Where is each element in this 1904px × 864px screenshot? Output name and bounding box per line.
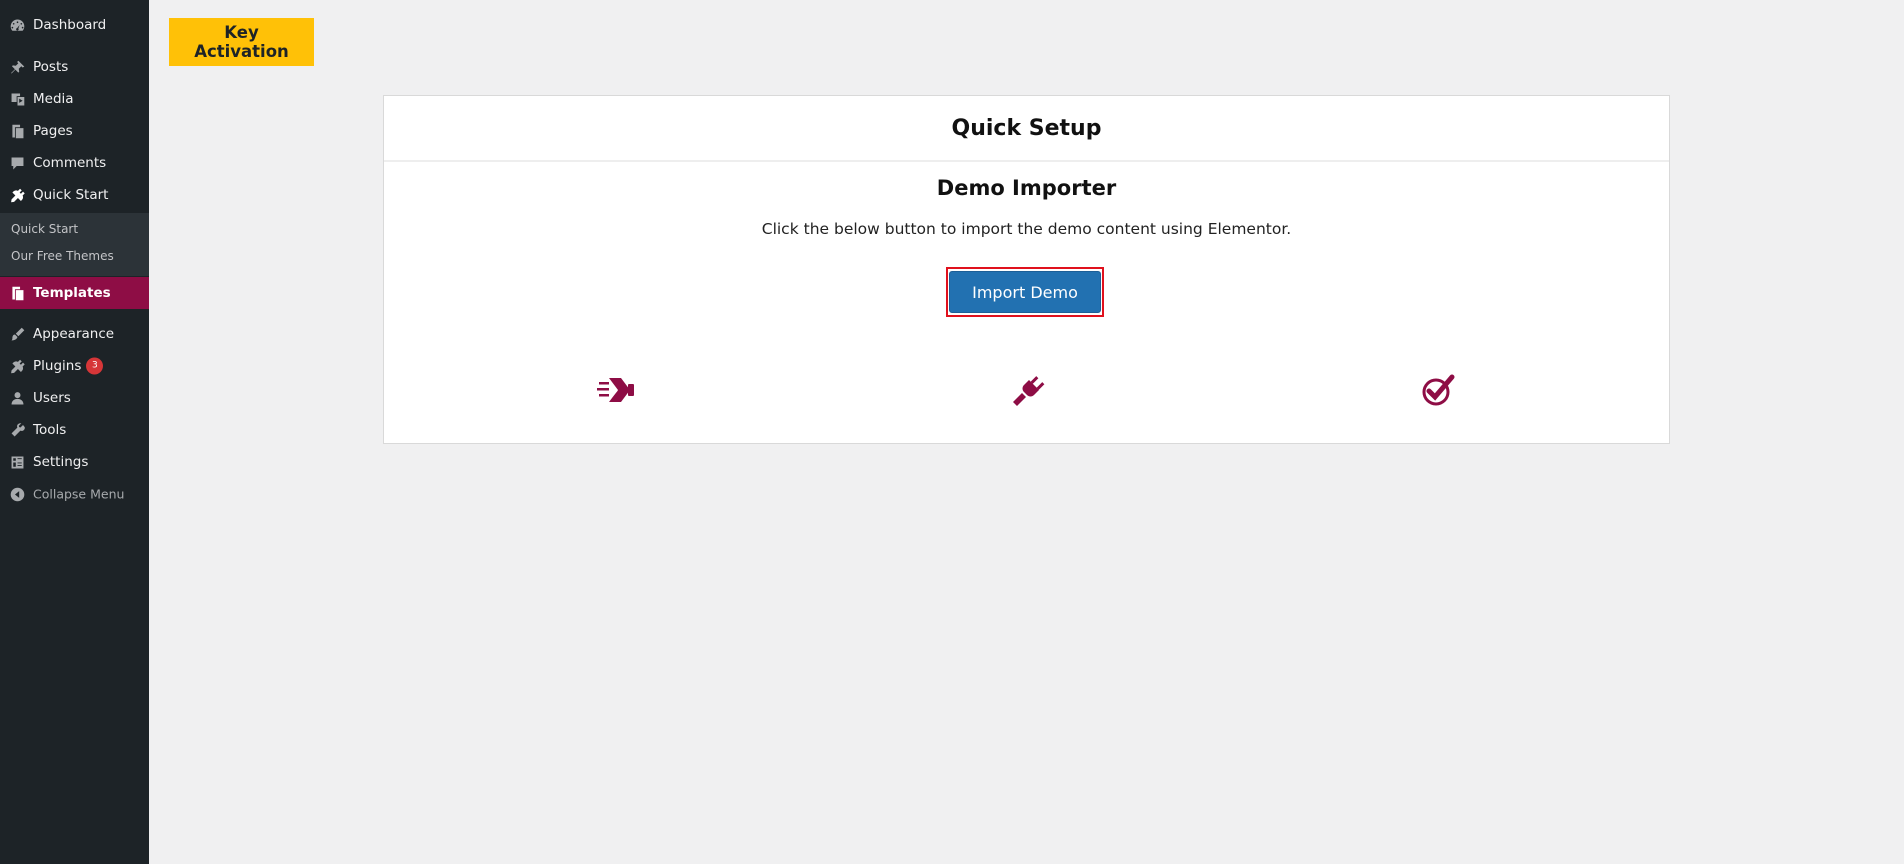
import-demo-highlight: Import Demo xyxy=(946,267,1104,317)
sidebar-item-label: Appearance xyxy=(33,326,115,342)
sidebar-item-appearance[interactable]: Appearance xyxy=(0,319,149,349)
sidebar-item-users[interactable]: Users xyxy=(0,383,149,413)
sidebar-item-pages[interactable]: Pages xyxy=(0,116,149,146)
sidebar-item-media[interactable]: Media xyxy=(0,84,149,114)
sidebar-item-posts[interactable]: Posts xyxy=(0,52,149,82)
sidebar-item-label: Media xyxy=(33,91,74,107)
submenu-item-our-free-themes[interactable]: Our Free Themes xyxy=(11,249,114,263)
wrench-icon xyxy=(8,421,26,439)
sidebar-item-settings[interactable]: Settings xyxy=(0,447,149,477)
collapse-menu-button[interactable]: Collapse Menu xyxy=(0,479,149,509)
quick-start-submenu: Quick Start Our Free Themes xyxy=(0,213,149,276)
check-icon xyxy=(1418,372,1458,408)
plugins-label: Plugins xyxy=(33,358,82,374)
pages-icon xyxy=(8,284,26,302)
comment-icon xyxy=(8,154,26,172)
sidebar-item-label: Settings xyxy=(33,454,89,470)
sidebar-item-quick-start[interactable]: Quick Start xyxy=(0,180,149,210)
import-arrow-icon xyxy=(597,372,637,408)
sidebar-item-label: Comments xyxy=(33,155,107,171)
pin-icon xyxy=(8,58,26,76)
collapse-icon xyxy=(8,485,26,503)
sidebar-item-label: Templates xyxy=(33,285,111,301)
submenu-item-quick-start[interactable]: Quick Start xyxy=(11,222,78,236)
plugin-icon xyxy=(8,186,26,204)
sidebar-item-tools[interactable]: Tools xyxy=(0,415,149,445)
user-icon xyxy=(8,389,26,407)
sidebar-item-label: Quick Start xyxy=(33,187,109,203)
sidebar-item-label: Plugins 3 xyxy=(33,357,104,375)
media-icon xyxy=(8,90,26,108)
sidebar-item-label: Dashboard xyxy=(33,17,107,33)
admin-sidebar: Dashboard Posts Media Pages Comments Qui… xyxy=(0,0,149,864)
brush-icon xyxy=(8,325,26,343)
settings-icon xyxy=(8,453,26,471)
sidebar-item-comments[interactable]: Comments xyxy=(0,148,149,178)
sidebar-item-label: Tools xyxy=(33,422,67,438)
sidebar-item-label: Posts xyxy=(33,59,69,75)
sidebar-item-plugins[interactable]: Plugins 3 xyxy=(0,351,149,381)
dashboard-icon xyxy=(8,16,26,34)
plug-icon xyxy=(1007,372,1047,408)
plugin-icon xyxy=(8,357,26,375)
sidebar-item-templates[interactable]: Templates xyxy=(0,277,149,309)
sidebar-item-label: Pages xyxy=(33,123,73,139)
quick-setup-card: Quick Setup Demo Importer Click the belo… xyxy=(383,95,1670,444)
sidebar-item-label: Users xyxy=(33,390,71,406)
demo-importer-title: Demo Importer xyxy=(936,176,1117,200)
sidebar-item-label: Collapse Menu xyxy=(33,486,125,502)
import-demo-button[interactable]: Import Demo xyxy=(949,271,1101,313)
pages-icon xyxy=(8,122,26,140)
sidebar-item-dashboard[interactable]: Dashboard xyxy=(0,10,149,40)
demo-importer-description: Click the below button to import the dem… xyxy=(761,220,1292,238)
key-activation-button[interactable]: Key Activation xyxy=(169,18,314,66)
card-title: Quick Setup xyxy=(384,96,1669,162)
plugins-update-badge: 3 xyxy=(86,357,104,375)
